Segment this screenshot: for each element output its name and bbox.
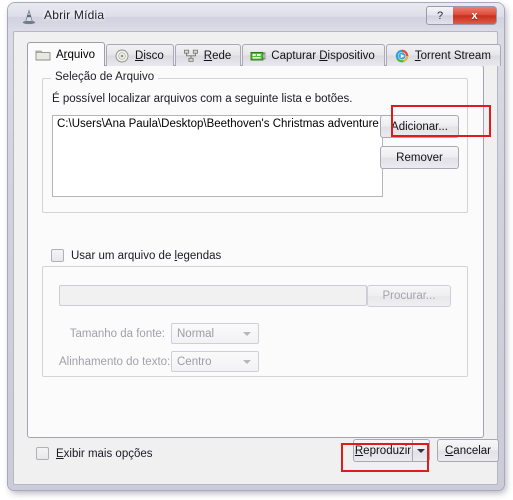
cancel-button[interactable]: Cancelar bbox=[437, 439, 499, 462]
close-button[interactable]: x bbox=[453, 6, 497, 25]
title-bar: Abrir Mídia ? x bbox=[8, 3, 504, 31]
font-size-label: Tamanho da fonte: bbox=[69, 327, 165, 340]
tab-arquivo-label: Arquivo bbox=[56, 48, 96, 61]
add-button-label: Adicionar... bbox=[391, 120, 448, 133]
tab-disco-label: Disco bbox=[135, 49, 164, 62]
tab-strip: Arquivo Disco Rede Capturar Dispositivo … bbox=[27, 42, 502, 66]
file-selection-group-title: Seleção de Arquivo bbox=[51, 71, 159, 83]
file-list[interactable]: C:\Users\Ana Paula\Desktop\Beethoven's C… bbox=[52, 115, 383, 197]
tab-rede[interactable]: Rede bbox=[174, 44, 242, 66]
play-button[interactable]: Reproduzir bbox=[353, 439, 412, 462]
text-align-row: Alinhamento do texto: Centro bbox=[59, 351, 259, 372]
help-button-label: ? bbox=[436, 9, 444, 22]
disc-icon bbox=[114, 49, 130, 63]
tab-capturar-dispositivo-label: Capturar Dispositivo bbox=[271, 49, 375, 62]
tab-torrent-stream-label: Torrent Stream bbox=[414, 49, 491, 62]
remove-button-label: Remover bbox=[396, 151, 443, 164]
tab-disco[interactable]: Disco bbox=[106, 44, 174, 66]
tab-page-arquivo: Seleção de Arquivo É possível localizar … bbox=[27, 65, 484, 438]
vlc-cone-icon bbox=[21, 9, 37, 25]
text-align-value: Centro bbox=[177, 355, 212, 368]
file-selection-hint: É possível localizar arquivos com a segu… bbox=[52, 93, 353, 105]
capture-card-icon bbox=[250, 49, 266, 63]
torrent-play-icon bbox=[394, 49, 410, 63]
tab-rede-label: Rede bbox=[203, 49, 232, 62]
list-item[interactable]: C:\Users\Ana Paula\Desktop\Beethoven's C… bbox=[53, 116, 382, 130]
tab-capturar-dispositivo[interactable]: Capturar Dispositivo bbox=[242, 44, 385, 66]
dialog-window: Abrir Mídia ? x Arquivo Disco Rede Captu… bbox=[8, 3, 504, 490]
chevron-down-icon bbox=[243, 360, 251, 364]
use-subtitle-file-label: Usar um arquivo de legendas bbox=[71, 249, 222, 262]
play-dropdown-button[interactable] bbox=[412, 439, 430, 462]
text-align-select[interactable]: Centro bbox=[171, 351, 259, 372]
browse-button-label: Procurar... bbox=[382, 290, 436, 302]
play-button-label: Reproduzir bbox=[354, 444, 412, 457]
use-subtitle-file-checkbox[interactable]: Usar um arquivo de legendas bbox=[51, 249, 221, 262]
show-more-options-label: Exibir mais opções bbox=[56, 447, 153, 460]
folder-icon bbox=[35, 48, 51, 62]
checkbox-box[interactable] bbox=[36, 447, 49, 460]
remove-button[interactable]: Remover bbox=[380, 146, 459, 169]
show-more-options-checkbox[interactable]: Exibir mais opções bbox=[36, 447, 153, 460]
chevron-down-icon bbox=[417, 448, 425, 453]
window-title: Abrir Mídia bbox=[44, 8, 105, 22]
subtitle-path-input[interactable] bbox=[59, 285, 367, 306]
add-button[interactable]: Adicionar... bbox=[380, 115, 459, 138]
tab-arquivo[interactable]: Arquivo bbox=[27, 42, 106, 66]
browse-button[interactable]: Procurar... bbox=[367, 285, 451, 307]
font-size-value: Normal bbox=[177, 327, 215, 340]
subtitle-options-group: Procurar... Tamanho da fonte: Normal Ali… bbox=[42, 266, 468, 377]
dialog-client-area: Arquivo Disco Rede Capturar Dispositivo … bbox=[13, 31, 501, 485]
checkbox-box[interactable] bbox=[51, 249, 64, 262]
text-align-label: Alinhamento do texto: bbox=[59, 355, 171, 368]
cancel-button-label: Cancelar bbox=[444, 444, 492, 457]
tab-torrent-stream[interactable]: Torrent Stream bbox=[385, 44, 501, 66]
font-size-row: Tamanho da fonte: Normal bbox=[59, 323, 259, 344]
font-size-select[interactable]: Normal bbox=[171, 323, 259, 344]
help-button[interactable]: ? bbox=[426, 6, 454, 25]
close-icon: x bbox=[471, 9, 478, 22]
chevron-down-icon bbox=[243, 332, 251, 336]
file-selection-group: Seleção de Arquivo É possível localizar … bbox=[42, 71, 468, 213]
network-icon bbox=[183, 49, 199, 63]
